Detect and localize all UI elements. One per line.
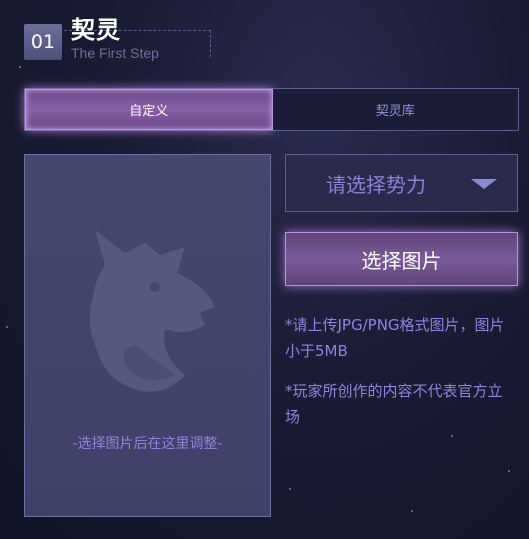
faction-select-label: 请选择势力 <box>326 172 426 197</box>
tab-library[interactable]: 契灵库 <box>272 89 518 130</box>
page-subtitle: The First Step <box>71 45 159 61</box>
wolf-icon <box>89 230 215 392</box>
faction-select[interactable]: 请选择势力 <box>285 154 518 212</box>
image-area-hint: -选择图片后在这里调整- <box>72 436 223 452</box>
tab-custom[interactable]: 自定义 <box>25 89 273 130</box>
upload-format-note: *请上传JPG/PNG格式图片，图片小于5MB <box>285 316 505 360</box>
chevron-down-icon <box>471 179 497 189</box>
choose-image-button[interactable]: 选择图片 <box>285 232 518 286</box>
page-title: 契灵 <box>71 16 121 44</box>
step-number-badge: 01 <box>24 24 62 60</box>
tab-bar: 自定义 契灵库 <box>24 88 519 131</box>
disclaimer-note: *玩家所创作的内容不代表官方立场 <box>285 382 503 426</box>
image-adjust-area[interactable]: -选择图片后在这里调整- <box>24 154 271 517</box>
